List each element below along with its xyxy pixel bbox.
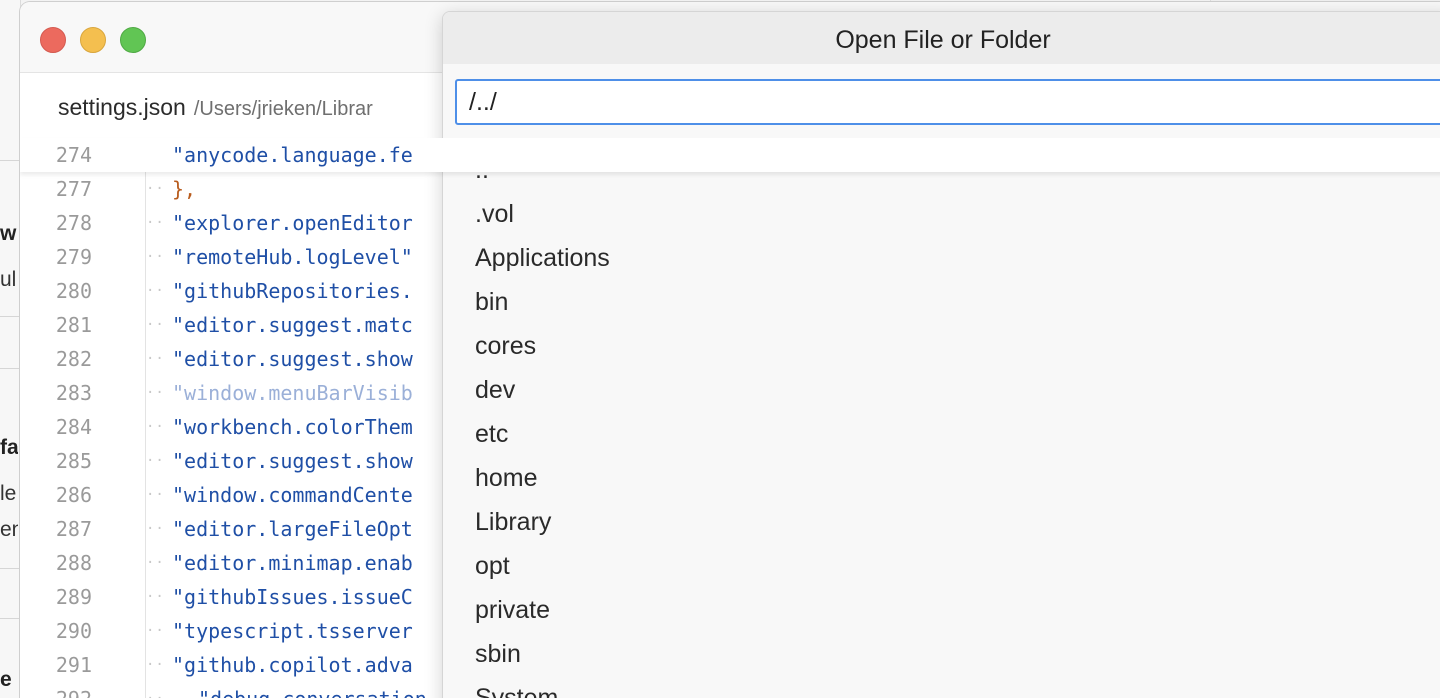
code-text: "explorer.openEditor: [172, 211, 413, 235]
breadcrumb: settings.json/Users/jrieken/Librar: [58, 94, 373, 121]
whitespace-marker: ··: [146, 589, 165, 605]
file-list-item[interactable]: Library: [443, 500, 1440, 544]
background-divider: [0, 160, 20, 161]
line-number: 283: [55, 381, 92, 405]
file-list-item[interactable]: private: [443, 588, 1440, 632]
breadcrumb-file-path[interactable]: /Users/jrieken/Librar: [194, 98, 373, 120]
file-list-item[interactable]: bin: [443, 280, 1440, 324]
line-number: 278: [55, 211, 92, 235]
line-number: 282: [55, 347, 92, 371]
background-text-fragment: fa: [0, 436, 18, 459]
line-number: 287: [55, 517, 92, 541]
code-text: "typescript.tsserver: [172, 619, 413, 643]
whitespace-marker: ··: [146, 317, 165, 333]
line-number: 289: [55, 585, 92, 609]
whitespace-marker: ··: [146, 623, 165, 639]
whitespace-marker: ··: [146, 419, 165, 435]
file-list-item[interactable]: .vol: [443, 192, 1440, 236]
whitespace-marker: ··: [146, 657, 165, 673]
code-text: "editor.largeFileOpt: [172, 517, 413, 541]
line-number: 280: [55, 279, 92, 303]
code-text: "editor.minimap.enab: [172, 551, 413, 575]
breadcrumb-file-name[interactable]: settings.json: [58, 94, 186, 120]
whitespace-marker: ··: [146, 521, 165, 537]
file-list: ...volApplicationsbincoresdevetchomeLibr…: [443, 148, 1440, 698]
code-text: "remoteHub.logLevel": [172, 245, 413, 269]
quick-open-panel: Open File or Folder ...volApplicationsbi…: [442, 11, 1440, 698]
line-number: 290: [55, 619, 92, 643]
background-divider: [0, 368, 20, 369]
file-list-item[interactable]: cores: [443, 324, 1440, 368]
background-text-fragment: w: [0, 222, 17, 245]
whitespace-marker: ··: [146, 555, 165, 571]
file-list-item[interactable]: dev: [443, 368, 1440, 412]
line-number: 279: [55, 245, 92, 269]
background-text-fragment: e: [0, 668, 12, 691]
whitespace-marker: ··: [146, 215, 165, 231]
line-number: 277: [55, 177, 92, 201]
code-text: "debug.conversation: [198, 682, 427, 698]
background-divider: [0, 618, 20, 619]
whitespace-marker: ··: [146, 487, 165, 503]
code-text: "githubRepositories.: [172, 279, 413, 303]
line-number: 284: [55, 415, 92, 439]
background-text-fragment: le: [0, 482, 17, 505]
whitespace-marker: ··: [146, 249, 165, 265]
line-number: 286: [55, 483, 92, 507]
desktop: w ul fa le en e settings.json/Users/jrie…: [0, 0, 1440, 698]
whitespace-marker: ··: [146, 385, 165, 401]
whitespace-marker: ··: [146, 453, 165, 469]
code-text: "editor.suggest.show: [172, 347, 413, 371]
code-text: },: [172, 177, 197, 201]
code-text: "window.menuBarVisib: [172, 381, 413, 405]
whitespace-marker: ··: [146, 351, 165, 367]
background-app-window: w ul fa le en e: [0, 0, 21, 698]
code-text: "window.commandCente: [172, 483, 413, 507]
whitespace-marker: ··: [146, 283, 165, 299]
line-number: 274: [55, 143, 92, 167]
background-text-fragment: en: [0, 518, 18, 541]
background-divider: [0, 316, 20, 317]
quick-open-title: Open File or Folder: [443, 12, 1440, 64]
code-text: "editor.suggest.show: [172, 449, 413, 473]
file-list-item[interactable]: System: [443, 676, 1440, 698]
code-text: "anycode.language.fe: [172, 143, 413, 167]
sticky-scroll-line[interactable]: 274 "anycode.language.fe: [20, 138, 1440, 172]
file-list-item[interactable]: home: [443, 456, 1440, 500]
maximize-window-button[interactable]: [120, 27, 146, 53]
line-number: 281: [55, 313, 92, 337]
line-number: 288: [55, 551, 92, 575]
code-text: "github.copilot.adva: [172, 653, 413, 677]
path-input[interactable]: [455, 79, 1440, 125]
file-list-item[interactable]: opt: [443, 544, 1440, 588]
line-number: 285: [55, 449, 92, 473]
code-text: "githubIssues.issueC: [172, 585, 413, 609]
file-list-item[interactable]: sbin: [443, 632, 1440, 676]
close-window-button[interactable]: [40, 27, 66, 53]
background-text-fragment: ul: [0, 268, 17, 291]
file-list-item[interactable]: Applications: [443, 236, 1440, 280]
background-divider: [0, 568, 20, 569]
whitespace-marker: ··: [146, 682, 165, 698]
line-number: 291: [55, 653, 92, 677]
minimize-window-button[interactable]: [80, 27, 106, 53]
code-text: "workbench.colorThem: [172, 415, 413, 439]
code-text: "editor.suggest.matc: [172, 313, 413, 337]
whitespace-marker: ··: [146, 181, 165, 197]
line-number: 292: [20, 682, 92, 698]
file-list-item[interactable]: etc: [443, 412, 1440, 456]
